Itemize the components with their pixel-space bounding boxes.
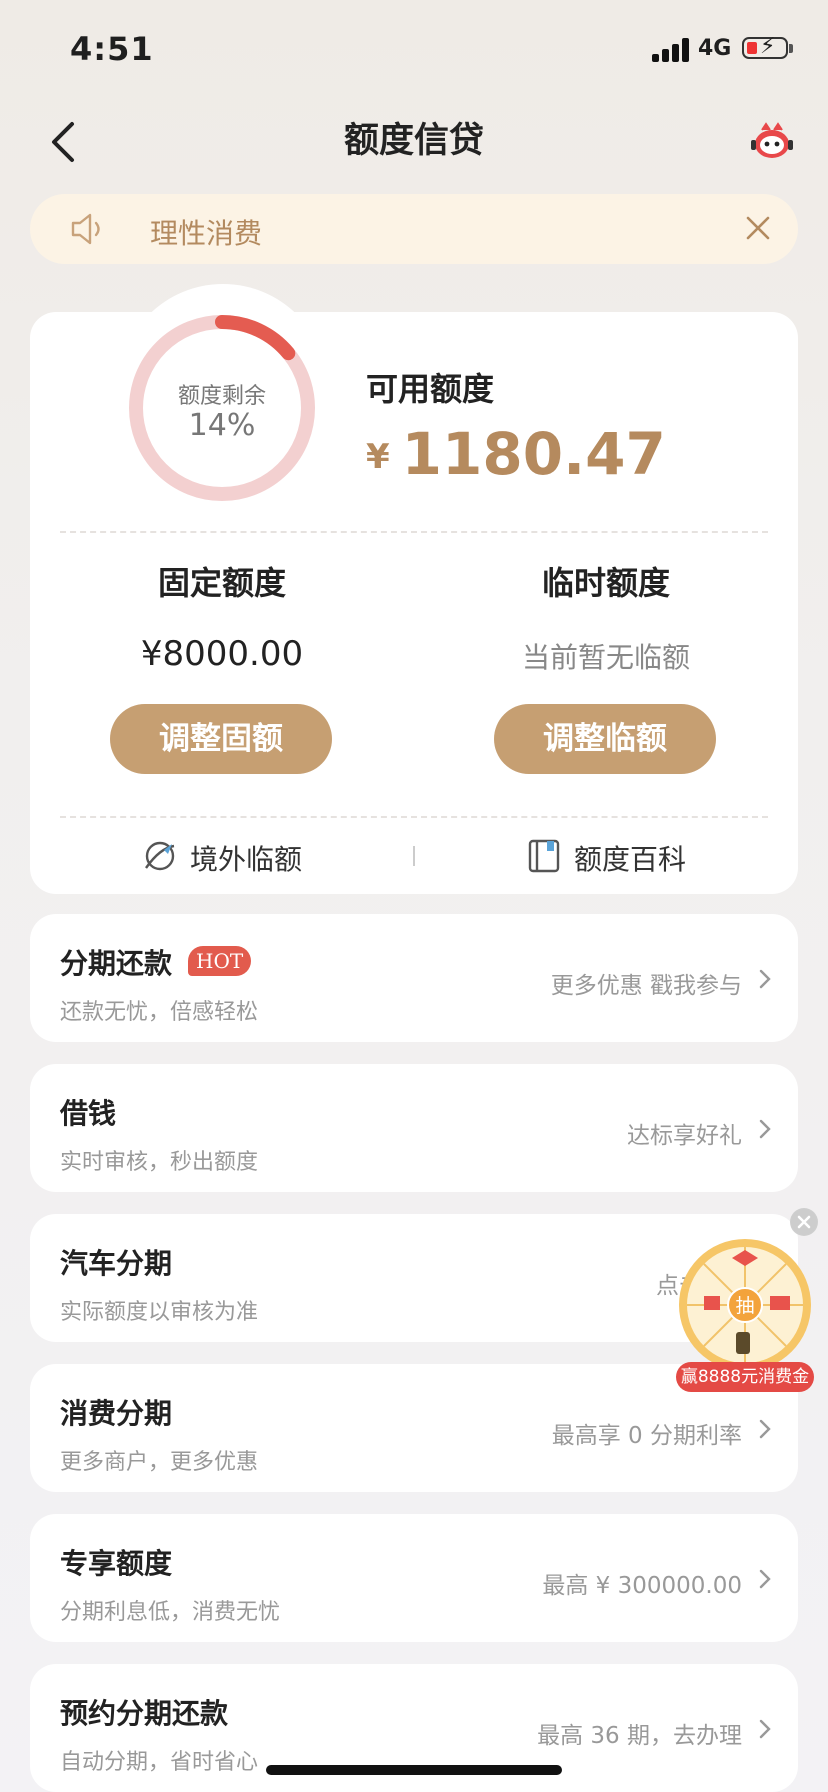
chevron-right-icon	[759, 1719, 771, 1739]
lottery-wheel-icon[interactable]: 抽	[676, 1236, 814, 1374]
divider	[60, 531, 768, 533]
fixed-limit-title: 固定额度	[157, 564, 286, 602]
battery-icon: ⚡	[742, 36, 788, 59]
ring-percent: 14%	[188, 408, 256, 443]
chevron-right-icon	[759, 1419, 771, 1439]
globe-plane-icon	[145, 841, 175, 871]
lottery-center-label: 抽	[735, 1295, 754, 1317]
row-right-text: 最高享 0 分期利率	[551, 1423, 742, 1449]
page-title: 额度信贷	[343, 121, 484, 161]
row-subtitle: 自动分期，省时省心	[60, 1750, 259, 1775]
book-icon	[528, 839, 560, 873]
temp-limit-title: 临时额度	[541, 564, 670, 602]
home-indicator	[266, 1765, 562, 1775]
network-label: 4G	[698, 36, 732, 61]
status-time: 4:51	[70, 30, 154, 68]
temp-limit-note: 当前暂无临额	[521, 641, 690, 674]
row-subtitle: 更多商户，更多优惠	[60, 1450, 259, 1475]
list-item-installment-repay[interactable]: 分期还款 HOT 还款无忧，倍感轻松 更多优惠 戳我参与	[30, 914, 798, 1042]
chevron-right-icon	[759, 1119, 771, 1139]
row-right-text: 最高 ¥ 300000.00	[542, 1573, 742, 1599]
robot-assistant-icon[interactable]	[748, 118, 796, 166]
separator	[413, 846, 415, 866]
credit-wiki-link[interactable]: 额度百科	[526, 836, 706, 876]
row-right-text: 更多优惠 戳我参与	[550, 973, 742, 999]
chevron-right-icon	[759, 969, 771, 989]
list-item-borrow[interactable]: 借钱 实时审核，秒出额度 达标享好礼	[30, 1064, 798, 1192]
row-title: 预约分期还款	[60, 1697, 229, 1730]
ring-label: 额度剩余	[177, 384, 266, 409]
notice-banner[interactable]: 理性消费	[30, 194, 798, 264]
available-amount-value: 1180.47	[401, 420, 666, 488]
hot-badge: HOT	[188, 946, 252, 976]
row-subtitle: 还款无忧，倍感轻松	[60, 1000, 259, 1025]
row-right-text: 最高 36 期，去办理	[537, 1723, 742, 1749]
row-title: 借钱	[60, 1097, 117, 1130]
battery-cap	[789, 44, 793, 53]
lottery-badge[interactable]: 赢8888元消费金	[676, 1362, 814, 1392]
overseas-limit-label: 境外临额	[190, 843, 303, 876]
notice-text: 理性消费	[150, 217, 263, 250]
row-title: 汽车分期	[60, 1247, 173, 1280]
signal-icon	[652, 36, 692, 62]
row-subtitle: 分期利息低，消费无忧	[60, 1600, 281, 1625]
row-subtitle: 实际额度以审核为准	[60, 1300, 259, 1325]
speaker-icon	[71, 213, 100, 245]
fixed-limit-amount: ¥8000.00	[140, 634, 304, 674]
row-title: 分期还款	[60, 947, 173, 980]
overseas-limit-link[interactable]: 境外临额	[142, 836, 322, 876]
float-close-icon[interactable]	[790, 1208, 818, 1236]
credit-wiki-label: 额度百科	[574, 843, 687, 876]
chevron-right-icon	[759, 1569, 771, 1589]
list-item-exclusive-limit[interactable]: 专享额度 分期利息低，消费无忧 最高 ¥ 300000.00	[30, 1514, 798, 1642]
adjust-temp-button[interactable]: 调整临额	[494, 704, 716, 774]
close-icon[interactable]	[742, 212, 774, 244]
row-title: 消费分期	[60, 1397, 173, 1430]
divider	[60, 816, 768, 818]
available-amount: ¥1180.47	[366, 420, 666, 488]
available-label: 可用额度	[366, 370, 495, 408]
row-title: 专享额度	[60, 1547, 173, 1580]
adjust-fixed-button[interactable]: 调整固额	[110, 704, 332, 774]
row-right-text: 达标享好礼	[627, 1123, 742, 1149]
row-subtitle: 实时审核，秒出额度	[60, 1150, 259, 1175]
currency-symbol: ¥	[366, 437, 390, 477]
